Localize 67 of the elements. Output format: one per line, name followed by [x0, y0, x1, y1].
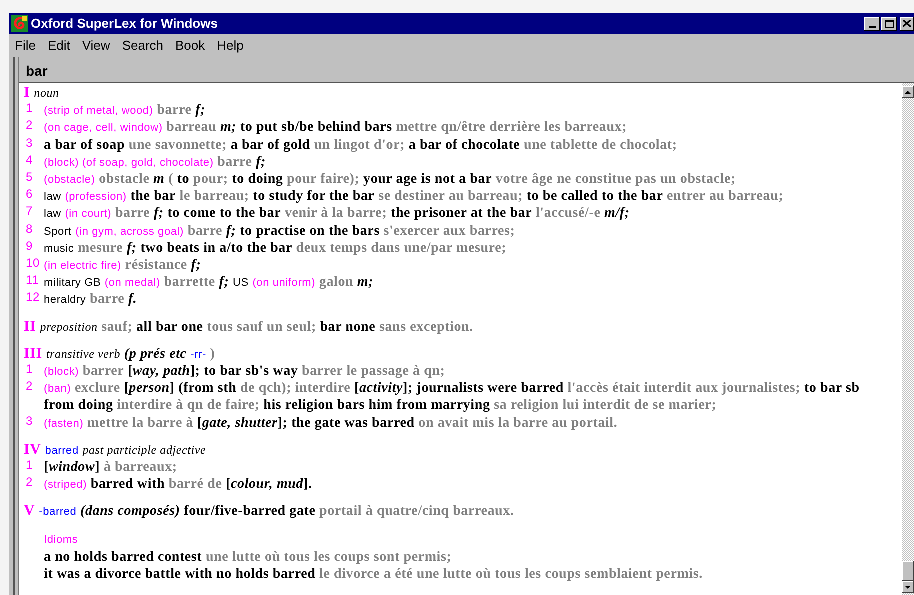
section-numeral: III	[24, 346, 42, 362]
section-heading: transitive verb (p prés etc -rr- )	[46, 346, 216, 362]
sense-text: music mesure f; two beats in a/to the bar deux temps dans une/par mesure;	[44, 240, 508, 258]
sense-number: 1	[25, 102, 34, 118]
menu-item[interactable]: Edit	[42, 36, 76, 56]
sense-number: 10	[25, 257, 41, 272]
sense-number: 2	[25, 380, 34, 396]
app-icon	[11, 15, 28, 32]
sense-text: (strip of metal, wood) barre f;	[44, 102, 207, 120]
sense-text: [window] à barreaux;	[44, 459, 178, 476]
section-heading: barred past participle adjective	[45, 442, 206, 458]
minimize-button[interactable]	[864, 16, 880, 30]
scroll-down-button[interactable]	[902, 581, 914, 593]
section-numeral: II	[24, 318, 36, 335]
sense-text: military GB (on medal) barrette f; US (on uniform) galon m;	[44, 274, 375, 292]
section-heading: noun	[34, 86, 60, 101]
sense-text: (block) barrer [way, path]; to bar sb's way barrer le passage à qn;	[44, 363, 446, 380]
scrollbar-track[interactable]	[902, 83, 914, 595]
sense-text: (fasten) mettre la barre à [gate, shutter]; the gate was barred on avait mis la barre au portail.	[44, 414, 619, 432]
menu-item[interactable]: View	[77, 36, 116, 56]
sense-text: Sport (in gym, across goal) barre f; to practise on the bars s'exercer aux barres;	[44, 222, 516, 240]
close-button[interactable]	[900, 16, 914, 30]
sense-number: 3	[25, 414, 34, 430]
scroll-thumb[interactable]	[902, 561, 914, 581]
section-numeral: I	[24, 85, 30, 101]
sense-number: 6	[25, 188, 34, 204]
sense-number: 1	[25, 363, 34, 378]
down-arrow-icon	[905, 586, 911, 588]
maximize-icon	[884, 20, 894, 28]
sense-text: law (in court) barre f; to come to the bar venir à la barre; the prisoner at the bar l'accusé/-e m/f;	[44, 205, 631, 223]
sense-text: (obstacle) obstacle m ( to pour; to doing pour faire); your age is not a bar votre âge ne constitue pas un obstacle;	[44, 171, 737, 188]
idioms-label: Idioms	[44, 532, 78, 548]
sense-number: 11	[25, 274, 40, 290]
sense-number: 3	[25, 136, 34, 152]
sense-text: (block) (of soap, gold, chocolate) barre f;	[44, 154, 268, 172]
sense-text: a bar of soap une savonnette; a bar of gold un lingot d'or; a bar of chocolate une tablette de chocolat;	[44, 136, 678, 154]
sense-number: 2	[25, 119, 34, 134]
sense-text: (on cage, cell, window) barreau m; to put sb/be behind bars mettre qn/être derrière les barreaux;	[44, 119, 628, 137]
sense-number: 5	[25, 171, 34, 186]
sense-text: heraldry barre f.	[44, 291, 138, 309]
menu-item[interactable]: Help	[212, 36, 249, 56]
sense-number: 4	[25, 154, 34, 169]
minimize-icon	[868, 26, 876, 28]
sense-number: 12	[25, 291, 41, 306]
sense-number: 1	[25, 459, 34, 474]
menu-item[interactable]: Book	[170, 36, 210, 56]
sense-text: law (profession) the bar le barreau; to study for the bar se destiner au barreau; to be called to the bar entrer au barreau;	[44, 188, 785, 206]
sense-text: (striped) barred with barré de [colour, mud].	[44, 476, 314, 494]
maximize-button[interactable]	[881, 16, 897, 30]
section-numeral: IV	[24, 442, 42, 458]
sense-number: 9	[25, 240, 34, 255]
close-icon	[903, 20, 911, 27]
section-numeral: V	[24, 503, 36, 520]
section-heading: -barred (dans composés) four/five-barred gate portail à quatre/cinq barreaux.	[39, 504, 514, 520]
sense-number: 7	[25, 205, 34, 220]
section-heading: preposition sauf; all bar one tous sauf un seul; bar none sans exception.	[40, 320, 474, 335]
up-arrow-icon	[905, 90, 911, 94]
idiom-line: it was a divorce battle with no holds barred le divorce a été une lutte où tous les coups semblaient permis.	[44, 566, 704, 584]
menu-item[interactable]: File	[10, 36, 41, 56]
sense-text: (ban) exclure [person] (from sth de qch); interdire [activity]; journalists were barred l'accès était interdit aux journalistes; to bar sb from doing interdire à qn de faire; his religion bars him from marrying sa religion lui interdit de se marier;	[44, 380, 861, 415]
menu-item[interactable]: Search	[117, 36, 169, 56]
sense-number: 2	[25, 476, 34, 492]
idiom-line: a no holds barred contest une lutte où tous les coups sont permis;	[44, 548, 453, 566]
sense-number: 8	[25, 222, 34, 238]
sense-text: (in electric fire) résistance f;	[44, 257, 202, 274]
window-title: Oxford SuperLex for Windows	[31, 14, 219, 33]
scroll-up-button[interactable]	[902, 86, 914, 98]
